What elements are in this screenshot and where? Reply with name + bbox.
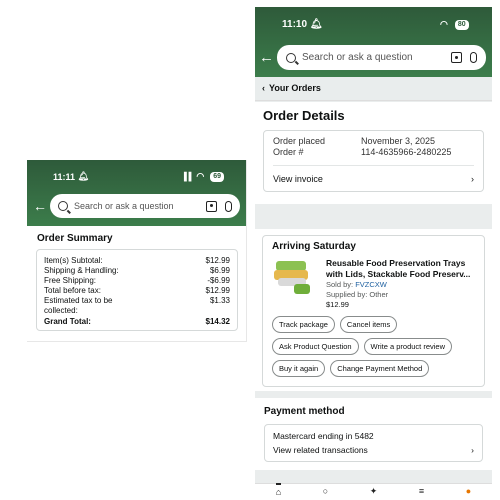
order-details-section: Order Details Order placed November 3, 20… xyxy=(255,102,492,204)
status-indicators: ▐▐ ◠ 69 xyxy=(181,171,224,182)
bell-muted-icon: 🔔︎ xyxy=(309,19,323,30)
item-title-line-1[interactable]: Reusable Food Preservation Trays xyxy=(326,258,475,269)
battery-icon: 69 xyxy=(210,171,224,182)
grand-total-row: Grand Total: $14.32 xyxy=(44,317,230,326)
item-title-line-2[interactable]: with Lids, Stackable Food Preserv... xyxy=(326,269,475,280)
summary-row: Shipping & Handling: $6.99 xyxy=(44,266,230,275)
cancel-items-button[interactable]: Cancel items xyxy=(339,316,398,333)
order-summary-card: Item(s) Subtotal: $12.99 Shipping & Handl… xyxy=(36,249,238,331)
chevron-right-icon: › xyxy=(471,445,474,455)
summary-row: Estimated tax to be collected: $1.33 xyxy=(44,296,230,315)
product-image[interactable] xyxy=(272,258,318,296)
menu-icon[interactable]: ≡ xyxy=(419,484,424,496)
arrival-heading: Arriving Saturday xyxy=(272,241,356,252)
battery-icon: 80 xyxy=(454,19,469,30)
search-input[interactable]: Search or ask a question xyxy=(302,52,451,63)
status-indicators: ◠ 80 xyxy=(440,19,469,30)
track-package-button[interactable]: Track package xyxy=(272,316,335,333)
summary-row: Item(s) Subtotal: $12.99 xyxy=(44,256,230,265)
home-icon[interactable]: ⌂ xyxy=(275,483,282,497)
seller-link[interactable]: FVZCXW xyxy=(355,280,387,289)
cart-icon[interactable]: ● xyxy=(466,484,471,496)
order-placed-row: Order placed November 3, 2025 xyxy=(273,136,436,146)
search-input[interactable]: Search or ask a question xyxy=(74,201,206,211)
ai-icon[interactable]: ✦ xyxy=(370,484,378,496)
mic-icon[interactable] xyxy=(470,52,477,63)
summary-row: Total before tax: $12.99 xyxy=(44,286,230,295)
shipment-section: Arriving Saturday Reusable Food Preserva… xyxy=(255,229,492,391)
back-arrow-icon[interactable]: ← xyxy=(33,199,47,213)
payment-section: Payment method Mastercard ending in 5482… xyxy=(255,398,492,470)
wifi-icon: ◠ xyxy=(440,19,448,29)
bell-muted-icon: 🔔︎ xyxy=(77,171,89,181)
search-bar[interactable]: Search or ask a question xyxy=(50,194,240,218)
back-arrow-icon[interactable]: ← xyxy=(259,50,274,65)
wifi-icon: ◠ xyxy=(196,171,205,181)
item-price: $12.99 xyxy=(326,300,349,309)
search-icon xyxy=(286,52,296,63)
order-info-card: Order placed November 3, 2025 Order #114-… xyxy=(263,130,484,192)
payment-title: Payment method xyxy=(264,406,345,417)
card-info: Mastercard ending in 5482 xyxy=(273,431,374,441)
person-icon[interactable]: ○ xyxy=(323,484,328,496)
related-transactions-link[interactable]: View related transactions › xyxy=(273,443,474,457)
search-icon xyxy=(58,201,68,211)
shipment-card: Arriving Saturday Reusable Food Preserva… xyxy=(262,235,485,387)
order-summary-title: Order Summary xyxy=(37,233,113,244)
bottom-tab-bar: ⌂ ○ ✦ ≡ ● xyxy=(255,483,492,500)
page-title: Order Details xyxy=(263,108,345,123)
status-time: 11:10 🔔︎ xyxy=(282,19,323,30)
signal-icon: ▐▐ xyxy=(181,172,191,181)
order-item[interactable]: Reusable Food Preservation Trays with Li… xyxy=(272,258,475,310)
sold-by: Sold by: FVZCXW xyxy=(326,280,387,289)
write-review-button[interactable]: Write a product review xyxy=(363,338,453,355)
chevron-right-icon: › xyxy=(471,174,474,184)
buy-again-button[interactable]: Buy it again xyxy=(272,360,326,377)
mic-icon[interactable] xyxy=(225,200,232,212)
search-bar[interactable]: Search or ask a question xyxy=(277,45,486,70)
item-info: Reusable Food Preservation Trays with Li… xyxy=(326,258,475,310)
supplied-by: Supplied by: Other xyxy=(326,290,389,299)
screenshot-canvas: 11:11 🔔︎ ▐▐ ◠ 69 ← Search or ask a quest… xyxy=(0,0,500,500)
order-number-row: Order #114-4635966-2480225 xyxy=(273,147,452,157)
right-header: 11:10 🔔︎ ◠ 80 ← Search or ask a question xyxy=(255,7,492,77)
action-buttons: Track package Cancel items Ask Product Q… xyxy=(272,316,475,377)
left-header: 11:11 🔔︎ ▐▐ ◠ 69 ← Search or ask a quest… xyxy=(27,160,246,226)
ask-product-question-button[interactable]: Ask Product Question xyxy=(272,338,359,355)
right-phone-screen: 11:10 🔔︎ ◠ 80 ← Search or ask a question… xyxy=(255,7,492,500)
camera-icon[interactable] xyxy=(451,52,462,63)
summary-row: Free Shipping: -$6.99 xyxy=(44,276,230,285)
status-time: 11:11 🔔︎ xyxy=(53,171,89,182)
view-invoice-link[interactable]: View invoice › xyxy=(273,165,474,186)
change-payment-button[interactable]: Change Payment Method xyxy=(330,360,430,377)
payment-card: Mastercard ending in 5482 View related t… xyxy=(264,424,483,462)
camera-icon[interactable] xyxy=(206,200,217,212)
chevron-left-icon: ‹ xyxy=(262,83,265,93)
breadcrumb[interactable]: ‹ Your Orders xyxy=(255,77,492,101)
